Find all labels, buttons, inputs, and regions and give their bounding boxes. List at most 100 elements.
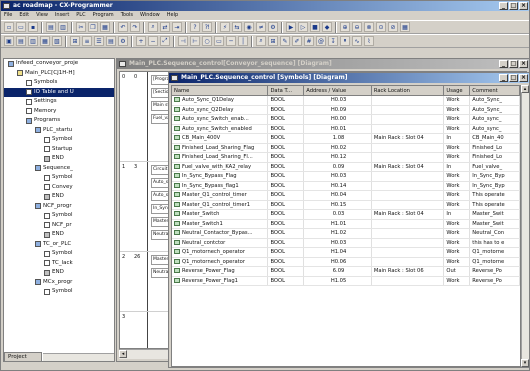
symbol-address[interactable]: H0.03 <box>304 238 372 247</box>
symbol-name-cell[interactable]: Q1_motornech_operator <box>172 257 269 266</box>
table-row[interactable]: Finished_Load_Sharing_Flag BOOL H0.02 Work F… <box>172 143 520 153</box>
maximize-button[interactable]: □ <box>509 2 518 10</box>
online-icon[interactable]: ⚡ <box>220 22 230 32</box>
symbol-name-cell[interactable]: CB_Main_400V <box>172 134 269 143</box>
table-row[interactable]: Fuel_valve_with_KA2_relay BOOL 0.09 Main Ra… <box>172 162 520 172</box>
reset-icon[interactable]: ⊘ <box>388 22 398 32</box>
symbol-data-type[interactable]: BOOL <box>268 162 305 171</box>
symbol-rack-location[interactable] <box>372 181 445 190</box>
symbol-data-type[interactable]: BOOL <box>268 200 305 209</box>
table-row[interactable]: Q1_motornech_operator BOOL H1.04 Work Q1_mot… <box>172 248 520 258</box>
symbol-name-cell[interactable]: Finished_Load_Sharing_Fl... <box>172 153 269 162</box>
symbol-usage[interactable]: Work <box>444 191 471 200</box>
symbol-address[interactable]: H1.01 <box>304 219 372 228</box>
symbol-data-type[interactable]: BOOL <box>268 210 305 219</box>
symbol-comment[interactable]: This operate <box>470 191 520 200</box>
symbol-data-type[interactable]: BOOL <box>268 105 305 114</box>
watch-window-icon[interactable]: ▥ <box>28 36 38 46</box>
symbol-comment[interactable]: Master_Swit <box>470 219 520 228</box>
address-reference-icon[interactable]: ▦ <box>40 36 50 46</box>
app-title-bar[interactable]: ac roadmap - CX-Programmer _ □ × <box>1 1 529 11</box>
scroll-down-arrow[interactable]: ▾ <box>521 359 529 367</box>
context-help-icon[interactable]: ⁈ <box>202 22 212 32</box>
scroll-left-arrow[interactable]: ◂ <box>119 350 127 358</box>
symbol-data-type[interactable]: BOOL <box>268 172 305 181</box>
symbol-comment[interactable]: Q1_motorne <box>470 257 520 266</box>
symbol-address[interactable]: H0.02 <box>304 143 372 152</box>
force-cancel-icon[interactable]: ⊗ <box>364 22 374 32</box>
table-row[interactable]: Q1_motornech_operator BOOL H0.06 Work Q1_mot… <box>172 257 520 267</box>
symbol-usage[interactable]: Work <box>444 96 471 105</box>
symbol-comment[interactable]: Auto_Sync_ <box>470 96 520 105</box>
tree-horizontal-scrollbar[interactable] <box>43 353 114 361</box>
symbol-rack-location[interactable] <box>372 248 445 257</box>
symbol-name-cell[interactable]: Neutral_contctor <box>172 238 269 247</box>
symbol-data-type[interactable]: BOOL <box>268 143 305 152</box>
mnemonic-view-icon[interactable]: ≡ <box>82 36 92 46</box>
table-row[interactable]: Auto_sync_Switch_enabled BOOL H0.01 Work Aut… <box>172 124 520 134</box>
symbol-comment[interactable]: CB_Main_40 <box>470 134 520 143</box>
search-icon[interactable]: ⌕ <box>256 36 266 46</box>
symbol-comment[interactable]: Fuel_valve_ <box>470 162 520 171</box>
symbol-address[interactable]: H0.04 <box>304 191 372 200</box>
symbol-data-type[interactable]: BOOL <box>268 153 305 162</box>
tree-item[interactable]: Convey <box>4 183 114 193</box>
symbol-comment[interactable]: Neutral_Con <box>470 229 520 238</box>
redo-icon[interactable]: ↷ <box>130 22 140 32</box>
table-row[interactable]: CB_Main_400V BOOL 1.08 Main Rack : Slot 04 I… <box>172 134 520 144</box>
symbol-name-cell[interactable]: Auto_sync_Q2Delay <box>172 105 269 114</box>
tree-item[interactable]: Symbol <box>4 135 114 145</box>
column-header-usage[interactable]: Usage <box>444 86 471 95</box>
coil-icon[interactable]: ○ <box>202 36 212 46</box>
symbol-usage[interactable]: Work <box>444 276 471 285</box>
symbol-data-type[interactable]: BOOL <box>268 134 305 143</box>
table-row[interactable]: Auto_sync_Switch_enab... BOOL H0.00 Work Aut… <box>172 115 520 125</box>
tree-item[interactable]: Symbol <box>4 287 114 297</box>
menu-help[interactable]: Help <box>167 11 178 20</box>
goto-icon[interactable]: ⇥ <box>172 22 182 32</box>
replace-icon[interactable]: ⇄ <box>160 22 170 32</box>
print-icon[interactable]: ▤ <box>46 22 56 32</box>
symbol-usage[interactable]: Work <box>444 124 471 133</box>
symbols-minimize-button[interactable]: _ <box>499 74 508 82</box>
symbol-rack-location[interactable] <box>372 105 445 114</box>
table-row[interactable]: Finished_Load_Sharing_Fl... BOOL H0.12 Work… <box>172 153 520 163</box>
symbol-name-cell[interactable]: Master_Q1_control_timer <box>172 191 269 200</box>
symbol-usage[interactable]: Work <box>444 248 471 257</box>
symbol-rack-location[interactable] <box>372 238 445 247</box>
symbol-usage[interactable]: Work <box>444 181 471 190</box>
symbol-data-type[interactable]: BOOL <box>268 267 305 276</box>
symbol-address[interactable]: 6.09 <box>304 267 372 276</box>
column-header-rack-location[interactable]: Rack Location <box>372 86 445 95</box>
menu-tools[interactable]: Tools <box>121 11 133 20</box>
column-header-data-type[interactable]: Data T... <box>268 86 305 95</box>
symbol-address[interactable]: 0.09 <box>304 162 372 171</box>
zoom-out-icon[interactable]: − <box>148 36 158 46</box>
table-row[interactable]: Auto_sync_Q2Delay BOOL H0.09 Work Auto_Sync_ <box>172 105 520 115</box>
tree-item[interactable]: IO Table and U <box>4 87 114 97</box>
symbol-comment[interactable]: This operate <box>470 200 520 209</box>
trace-icon[interactable]: ∿ <box>352 36 362 46</box>
table-row[interactable]: Reverse_Power_Flag1 BOOL H1.05 Work Reverse_… <box>172 276 520 286</box>
tree-item[interactable]: MCx_progr <box>4 278 114 288</box>
symbol-address[interactable]: H0.01 <box>304 124 372 133</box>
tree-item[interactable]: END <box>4 154 114 164</box>
open-folder-icon[interactable]: ▭ <box>16 22 26 32</box>
zoom-in-icon[interactable]: + <box>136 36 146 46</box>
table-row[interactable]: Auto_Sync_Q1Delay BOOL H0.03 Work Auto_Sync_ <box>172 96 520 106</box>
symbol-data-type[interactable]: BOOL <box>268 181 305 190</box>
symbol-data-type[interactable]: BOOL <box>268 96 305 105</box>
minimize-button[interactable]: _ <box>499 2 508 10</box>
symbol-data-type[interactable]: BOOL <box>268 191 305 200</box>
symbol-data-type[interactable]: BOOL <box>268 219 305 228</box>
symbol-name-cell[interactable]: Q1_motornech_operator <box>172 248 269 257</box>
symbol-rack-location[interactable] <box>372 229 445 238</box>
monitor-icon[interactable]: ◉ <box>244 22 254 32</box>
tree-item[interactable]: Programs <box>4 116 114 126</box>
symbol-usage[interactable]: Work <box>444 229 471 238</box>
symbol-data-type[interactable]: BOOL <box>268 124 305 133</box>
symbol-usage[interactable]: Work <box>444 238 471 247</box>
vertical-line-icon[interactable]: │ <box>238 36 248 46</box>
closed-contact-icon[interactable]: ⊢ <box>190 36 200 46</box>
symbol-address[interactable]: H1.02 <box>304 229 372 238</box>
